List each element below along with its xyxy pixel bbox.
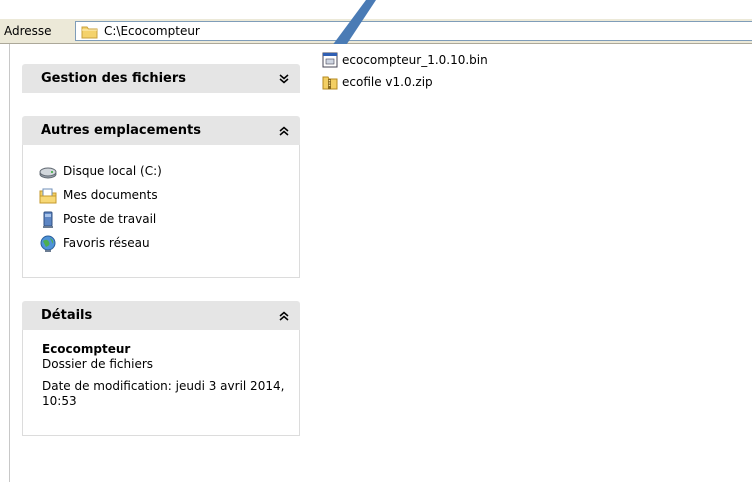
details-header[interactable]: Détails xyxy=(22,301,300,330)
zip-folder-icon xyxy=(322,74,338,90)
place-my-documents[interactable]: Mes documents xyxy=(23,184,299,208)
chevron-up-icon[interactable] xyxy=(276,124,292,138)
place-my-computer[interactable]: Poste de travail xyxy=(23,208,299,232)
details-body: Ecocompteur Dossier de fichiers Date de … xyxy=(22,330,300,436)
details-modified-date: Date de modification: jeudi 3 avril 2014… xyxy=(42,379,285,408)
my-documents-icon xyxy=(39,187,57,205)
other-places-panel: Autres emplacements Disque local (C:) Me… xyxy=(22,116,300,278)
local-disk-icon xyxy=(39,163,57,181)
place-local-disk[interactable]: Disque local (C:) xyxy=(23,160,299,184)
file-management-title: Gestion des fichiers xyxy=(41,71,187,86)
details-folder-type: Dossier de fichiers xyxy=(42,357,154,371)
file-name: ecofile v1.0.zip xyxy=(342,75,433,89)
window-left-border xyxy=(9,44,10,482)
file-management-header[interactable]: Gestion des fichiers xyxy=(22,64,300,93)
details-panel: Détails Ecocompteur Dossier de fichiers … xyxy=(22,301,300,436)
bin-file-icon xyxy=(322,52,338,68)
place-network[interactable]: Favoris réseau xyxy=(23,232,299,256)
network-places-icon xyxy=(39,235,57,253)
my-computer-icon xyxy=(39,211,57,229)
main-area: Gestion des fichiers Autres emplacements xyxy=(0,44,752,482)
file-management-panel: Gestion des fichiers xyxy=(22,64,300,93)
other-places-header[interactable]: Autres emplacements xyxy=(22,116,300,145)
place-label: Mes documents xyxy=(63,188,158,202)
details-folder-name: Ecocompteur xyxy=(42,342,131,356)
place-label: Disque local (C:) xyxy=(63,164,162,178)
other-places-body: Disque local (C:) Mes documents Poste de… xyxy=(22,145,300,278)
place-label: Poste de travail xyxy=(63,212,157,226)
details-title: Détails xyxy=(41,308,93,323)
chevron-up-icon[interactable] xyxy=(276,309,292,323)
file-name: ecocompteur_1.0.10.bin xyxy=(342,53,488,67)
chevron-down-icon[interactable] xyxy=(276,72,292,86)
place-label: Favoris réseau xyxy=(63,236,150,250)
other-places-title: Autres emplacements xyxy=(41,123,202,138)
